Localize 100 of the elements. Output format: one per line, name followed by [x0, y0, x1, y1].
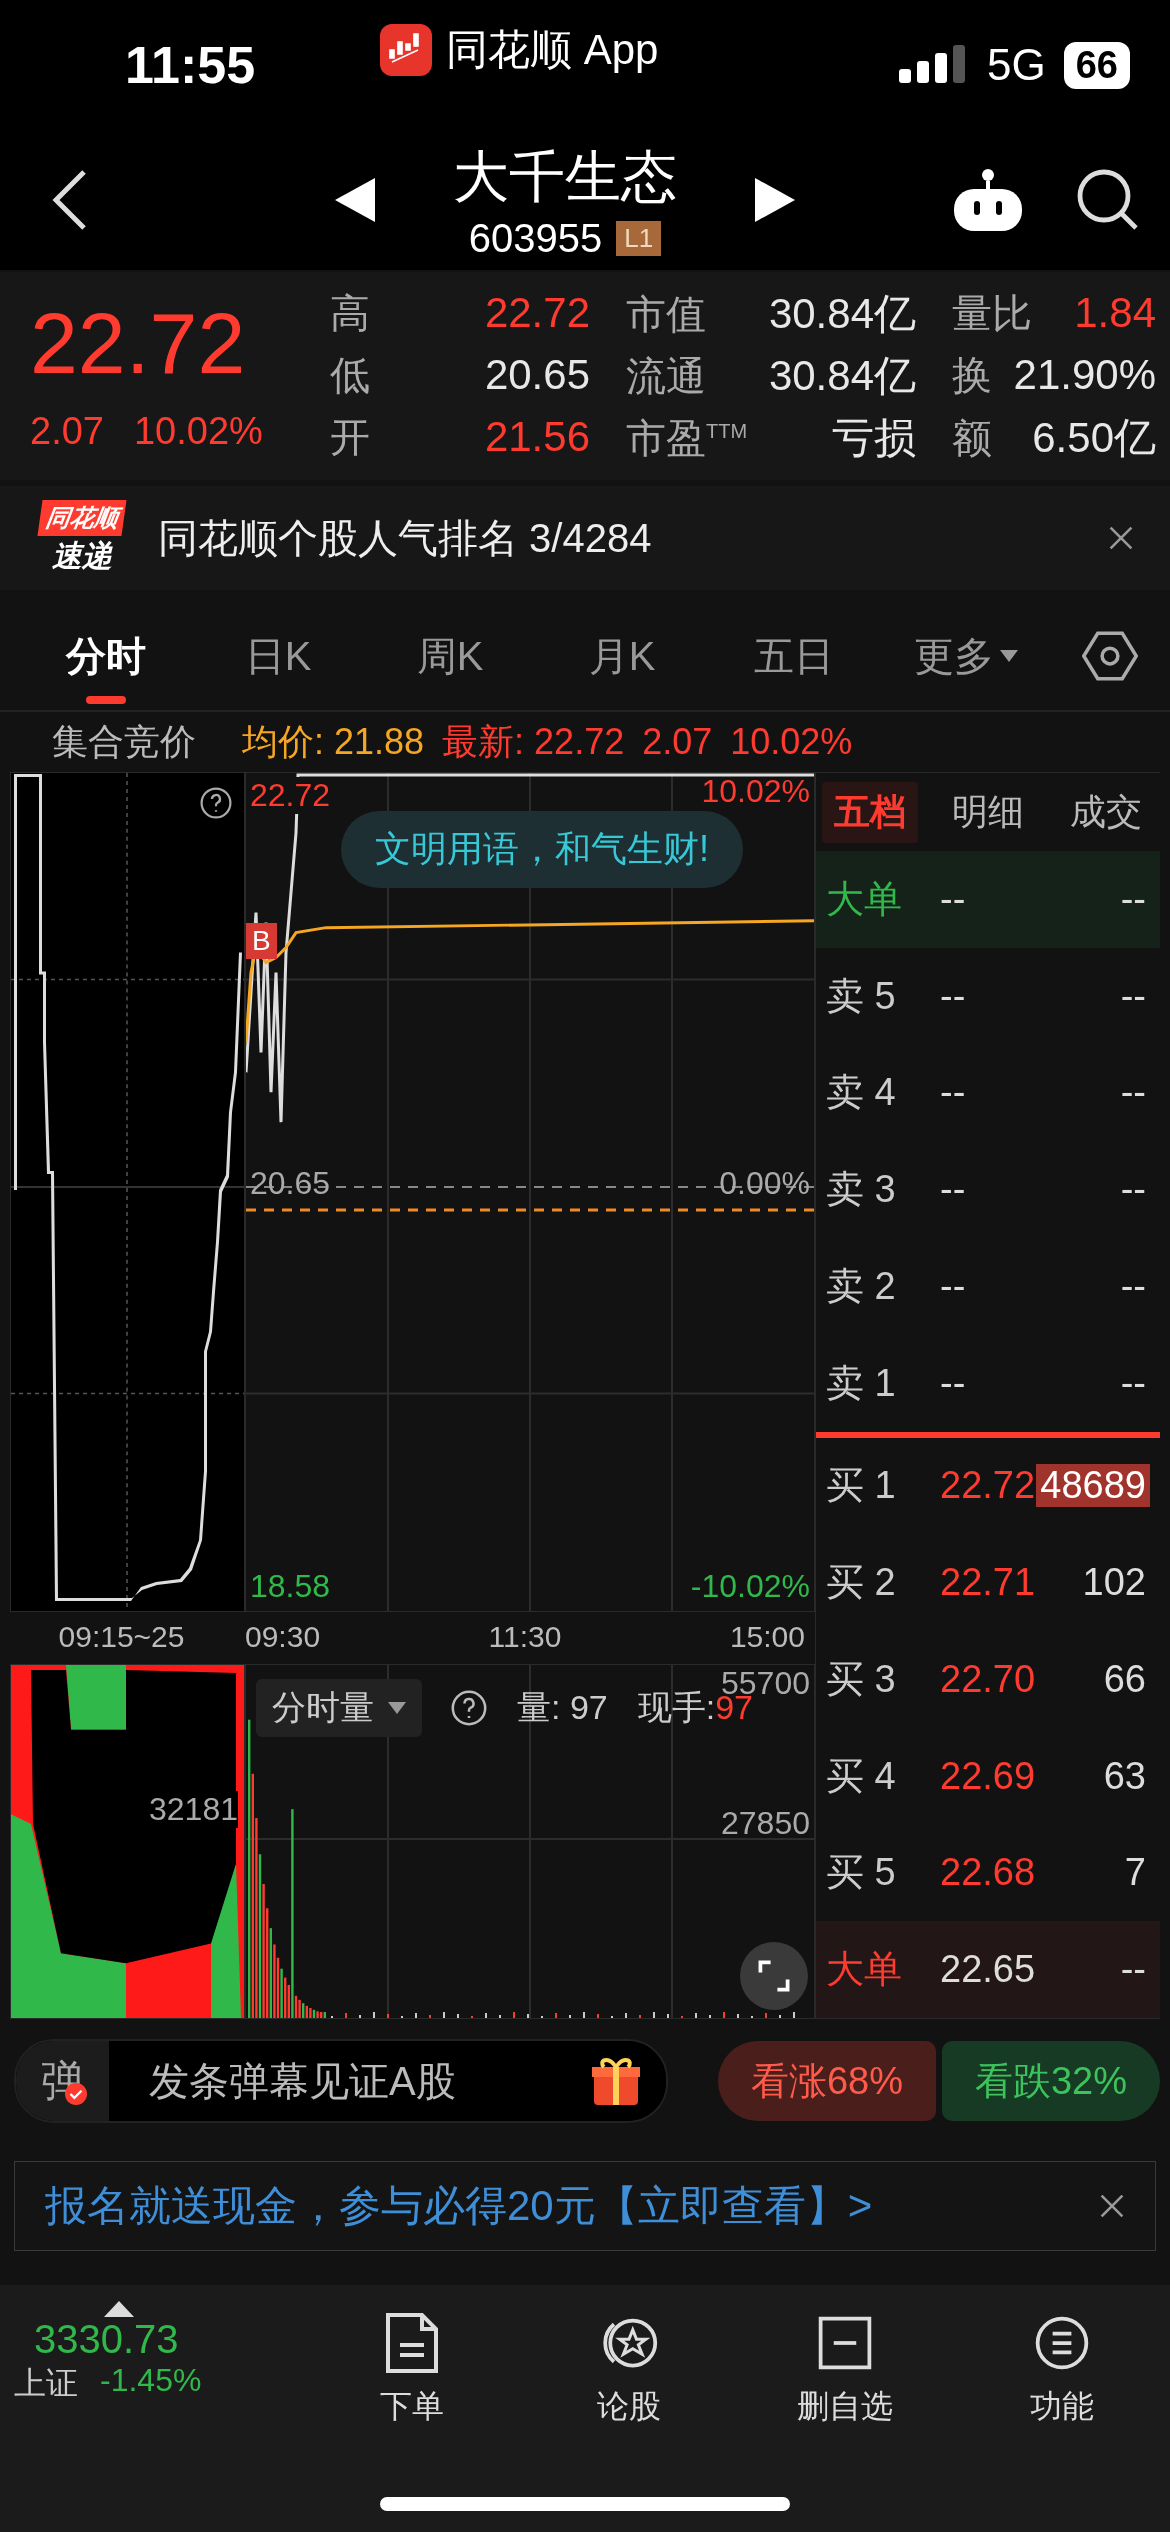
order-level-label: 买 4 [826, 1753, 897, 1799]
caret-icon [1000, 650, 1018, 662]
order-level-label: 卖 4 [826, 1070, 897, 1116]
axis-label: 0.00% [719, 1165, 810, 1202]
toolbar-button[interactable]: 功能 [953, 2301, 1170, 2430]
toolbar-button[interactable]: 删自选 [737, 2301, 954, 2430]
stat-value: 30.84亿 [768, 289, 916, 339]
chart-tab[interactable]: 分时 [20, 602, 192, 710]
order-level-label: 买 2 [826, 1560, 897, 1606]
latest-price: 最新: 22.72 [442, 719, 625, 764]
axis-label: 18.58 [250, 1568, 331, 1605]
stat-label: 流通 [626, 353, 706, 400]
stat-value: 6.50亿 [1032, 413, 1156, 463]
order-volume: 63 [1102, 1754, 1147, 1798]
app-logo-icon [380, 24, 432, 76]
chart-tab[interactable]: 日K [192, 602, 364, 710]
order-price: 22.65 [939, 1948, 1037, 1992]
close-icon[interactable] [1099, 2193, 1125, 2219]
stat-label: 低 [330, 352, 370, 399]
axis-label: -10.02% [690, 1568, 810, 1605]
chat-bubble: 文明用语，和气生财! [341, 811, 743, 888]
order-price: -- [939, 877, 967, 921]
percent-change: 10.02% [730, 721, 853, 763]
order-volume: -- [1119, 1948, 1147, 1992]
toolbar-button[interactable]: 下单 [304, 2301, 521, 2430]
stat-value: 20.65 [484, 351, 590, 399]
chart-tab[interactable]: 更多 [880, 602, 1052, 710]
bullish-vote-button[interactable]: 看涨68% [718, 2041, 936, 2121]
toolbar-button[interactable]: 论股 [520, 2301, 737, 2430]
order-price: -- [939, 1071, 967, 1115]
clock: 11:55 [123, 35, 257, 95]
order-price: -- [939, 1264, 967, 1308]
chart-tab[interactable]: 月K [536, 602, 708, 710]
order-volume: -- [1119, 974, 1147, 1018]
order-volume: -- [1119, 1264, 1147, 1308]
index-value[interactable]: 3330.73 [34, 2317, 179, 2362]
percent-change: 10.02% [133, 409, 263, 453]
order-price: 22.72 [939, 1464, 1037, 1508]
stat-value: 22.72 [484, 289, 590, 337]
price-change: 2.07 [642, 721, 713, 763]
stat-label: 额 [952, 415, 992, 462]
order-level-label: 大单 [826, 1947, 903, 1993]
order-level-label: 大单 [826, 876, 903, 922]
stat-label: 开 [330, 414, 370, 461]
order-volume: -- [1119, 877, 1147, 921]
time-label: 09:15~25 [57, 1620, 186, 1654]
stock-code: 603955 [468, 215, 603, 261]
axis-label: 32181 [149, 1791, 238, 1828]
chart-tab[interactable]: 周K [364, 602, 536, 710]
stat-value: 21.56 [484, 413, 590, 461]
stat-label: 高 [330, 290, 370, 337]
order-price: 22.70 [939, 1657, 1037, 1701]
order-level-label: 卖 5 [826, 973, 897, 1019]
index-change: -1.45% [100, 2362, 202, 2400]
order-book-tab[interactable]: 五档 [822, 781, 918, 843]
level-badge: L1 [616, 220, 662, 256]
stat-label: 市值 [626, 291, 706, 338]
time-label: 11:30 [488, 1620, 562, 1654]
axis-label: 20.65 [250, 1165, 331, 1202]
stat-label: 市盈$^{TTM}$ [626, 415, 748, 462]
up-arrow-icon [104, 2301, 134, 2317]
popularity-rank-text[interactable]: 同花顺个股人气排名 3/4284 [158, 510, 1078, 566]
order-level-label: 卖 2 [826, 1263, 897, 1309]
expand-icon [757, 1959, 791, 1993]
brand-tag: 同花顺 [37, 499, 127, 536]
order-price: 22.69 [939, 1754, 1037, 1798]
buy-marker: B [246, 923, 277, 959]
previous-stock-icon[interactable] [335, 178, 375, 222]
help-icon[interactable] [451, 1690, 487, 1726]
order-price: 22.68 [939, 1851, 1037, 1895]
stat-value: 1.84 [1074, 289, 1156, 337]
brand-subtitle: 速递 [52, 537, 112, 574]
order-level-label: 卖 3 [826, 1167, 897, 1213]
bearish-vote-button[interactable]: 看跌32% [942, 2041, 1160, 2121]
order-volume: 66 [1102, 1657, 1147, 1701]
order-level-label: 买 5 [826, 1850, 897, 1896]
order-price: -- [939, 974, 967, 1018]
current-hand-label: 现手: [637, 1688, 716, 1726]
order-book-tab[interactable]: 明细 [940, 781, 1036, 843]
order-level-label: 买 3 [826, 1656, 897, 1702]
help-icon[interactable] [200, 787, 232, 819]
current-price: 22.72 [30, 299, 247, 386]
chart-tab[interactable]: 五日 [708, 602, 880, 710]
volume-selector[interactable]: 分时量 [256, 1679, 422, 1737]
order-volume: 102 [1081, 1561, 1147, 1605]
average-price: 均价: 21.88 [242, 719, 425, 764]
caret-icon [388, 1702, 406, 1714]
stat-value: 亏损 [832, 413, 916, 463]
order-volume: -- [1119, 1071, 1147, 1115]
search-icon[interactable] [1076, 168, 1140, 232]
order-book-tab[interactable]: 成交 [1058, 781, 1154, 843]
stat-value: 30.84亿 [768, 351, 916, 401]
order-volume: 7 [1123, 1851, 1147, 1895]
network-label: 5G [987, 40, 1046, 90]
close-icon[interactable] [1108, 525, 1134, 551]
next-stock-icon[interactable] [755, 178, 795, 222]
order-price: 22.71 [939, 1561, 1037, 1605]
order-level-label: 买 1 [826, 1463, 897, 1509]
order-level-label: 卖 1 [826, 1360, 897, 1406]
order-volume: 48689 [1036, 1464, 1150, 1508]
